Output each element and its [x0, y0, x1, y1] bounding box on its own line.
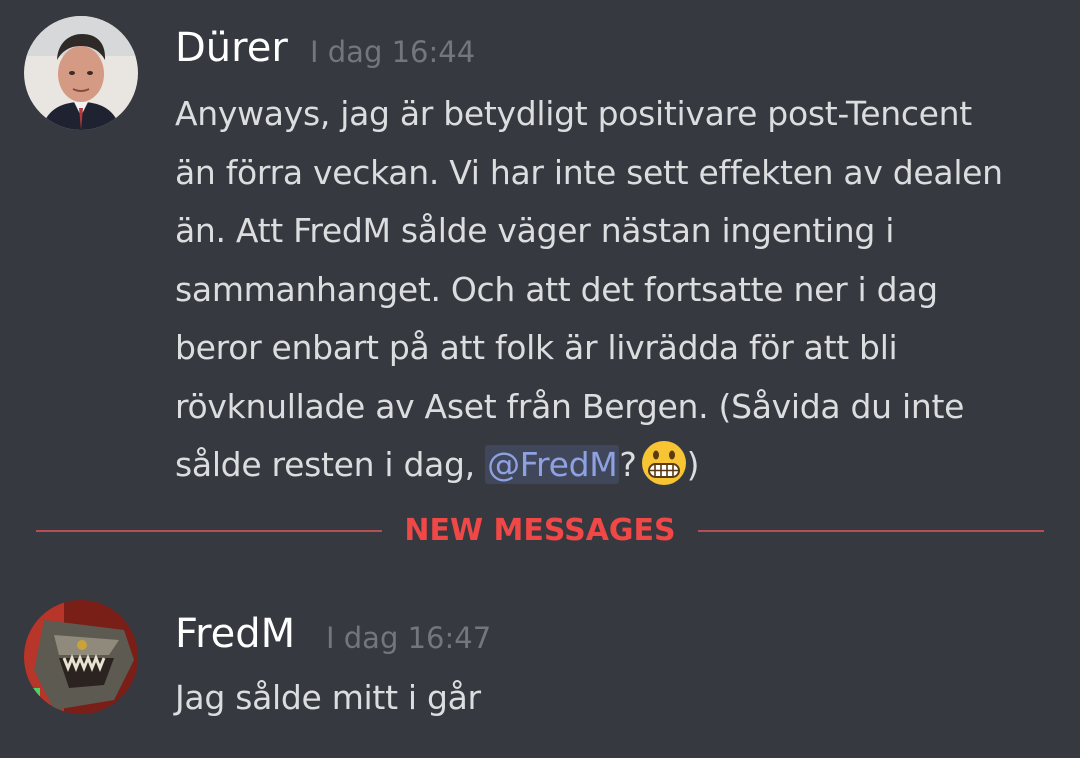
divider-line-right — [698, 530, 1044, 532]
user-portrait-icon — [24, 16, 138, 130]
message-line: beror enbart på att folk är livrädda för… — [175, 328, 898, 367]
message-line: sammanhanget. Och att det fortsatte ner … — [175, 269, 938, 309]
message-text: ? — [619, 445, 637, 484]
avatar[interactable] — [24, 16, 138, 130]
message-line: rövknullade av Aset från Bergen. (Såvida… — [175, 386, 965, 426]
message-content: Jag sålde mitt i går — [175, 669, 481, 728]
message-content: Anyways, jag är betydligt positivare pos… — [175, 85, 1003, 495]
message-text: sålde resten i dag, — [175, 445, 486, 484]
message-text: ) — [686, 445, 700, 484]
message-line: än. Att FredM sålde väger nästan ingenti… — [175, 211, 895, 250]
user-mention[interactable]: @FredM — [485, 445, 620, 484]
message-line: Jag sålde mitt i går — [175, 678, 481, 717]
chat-messages-pane: Dürer I dag 16:44 Anyways, jag är betydl… — [0, 0, 1080, 758]
username[interactable]: Dürer — [175, 22, 288, 74]
new-messages-label: NEW MESSAGES — [404, 513, 676, 548]
message-line: än förra veckan. Vi har inte sett effekt… — [175, 152, 1003, 192]
timestamp: I dag 16:47 — [326, 621, 492, 655]
username[interactable]: FredM — [175, 608, 295, 660]
creature-avatar-icon — [24, 600, 138, 714]
message-line: sålde resten i dag, @FredM? ) — [175, 436, 1003, 495]
divider-line-left — [36, 530, 382, 532]
grimacing-face-emoji-icon[interactable] — [641, 440, 687, 486]
avatar[interactable] — [24, 600, 138, 714]
message-line: Anyways, jag är betydligt positivare pos… — [175, 94, 972, 133]
timestamp: I dag 16:44 — [310, 35, 476, 69]
